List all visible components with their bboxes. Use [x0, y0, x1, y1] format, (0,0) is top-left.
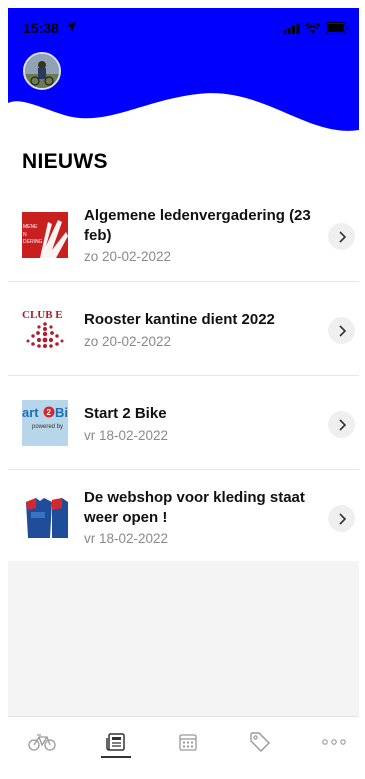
- news-item[interactable]: MENE N DERING Algemene ledenvergadering …: [8, 188, 359, 282]
- tag-icon: [250, 732, 270, 752]
- thumb-text-1: art: [22, 405, 39, 420]
- tab-news[interactable]: [96, 727, 136, 757]
- status-bar: 15:38: [23, 20, 349, 40]
- news-thumbnail: MENE N DERING: [22, 212, 68, 258]
- empty-area: [8, 561, 359, 716]
- more-dots-icon: [322, 739, 346, 745]
- thumb-text-3: DERING: [23, 239, 43, 245]
- tab-offers[interactable]: [240, 727, 280, 757]
- thumb-text: CLUB E: [22, 309, 63, 321]
- news-title: De webshop voor kleding staat weer open …: [84, 489, 305, 526]
- wifi-icon: [304, 21, 321, 37]
- thumb-text-2: N: [23, 232, 27, 238]
- status-time: 15:38: [23, 20, 59, 36]
- news-date: zo 20-02-2022: [84, 249, 172, 264]
- battery-icon: [325, 21, 349, 37]
- news-thumbnail: art 2 Bi powered by: [22, 400, 68, 446]
- thumb-text-1: MENE: [23, 224, 38, 230]
- news-title: Start 2 Bike: [84, 405, 167, 422]
- thumb-text-3: Bi: [55, 405, 68, 420]
- avatar-photo: [25, 54, 59, 88]
- chevron-right-icon[interactable]: [328, 317, 355, 344]
- news-thumbnail: [22, 494, 68, 540]
- chevron-right-icon[interactable]: [328, 505, 355, 532]
- calendar-icon: [179, 734, 197, 751]
- active-tab-indicator: [101, 756, 131, 758]
- tab-bar: [8, 716, 359, 779]
- signal-icon: [283, 21, 300, 37]
- news-list: MENE N DERING Algemene ledenvergadering …: [8, 188, 359, 564]
- news-item[interactable]: De webshop voor kleding staat weer open …: [8, 470, 359, 564]
- newspaper-icon: [106, 733, 125, 751]
- tab-bike[interactable]: [22, 727, 62, 757]
- news-date: vr 18-02-2022: [84, 428, 169, 443]
- news-date: vr 18-02-2022: [84, 531, 169, 546]
- location-arrow-icon: [65, 20, 77, 37]
- news-title: Algemene ledenvergadering (23 feb): [84, 207, 311, 244]
- thumb-text-2: 2: [47, 408, 52, 417]
- tab-calendar[interactable]: [168, 727, 208, 757]
- page-title: NIEUWS: [22, 150, 108, 173]
- tab-more[interactable]: [314, 727, 354, 757]
- avatar[interactable]: [23, 52, 61, 90]
- thumb-text-4: powered by: [32, 424, 63, 430]
- news-item[interactable]: art 2 Bi powered by Start 2 Bike vr 18-0…: [8, 376, 359, 470]
- bicycle-icon: [28, 734, 56, 751]
- news-thumbnail: CLUB E: [22, 306, 68, 352]
- header: 15:38: [8, 8, 359, 148]
- chevron-right-icon[interactable]: [328, 411, 355, 438]
- chevron-right-icon[interactable]: [328, 223, 355, 250]
- news-item[interactable]: CLUB E Rooster kantine dient 2022 zo 20-…: [8, 282, 359, 376]
- news-date: zo 20-02-2022: [84, 334, 172, 349]
- news-title: Rooster kantine dient 2022: [84, 311, 275, 328]
